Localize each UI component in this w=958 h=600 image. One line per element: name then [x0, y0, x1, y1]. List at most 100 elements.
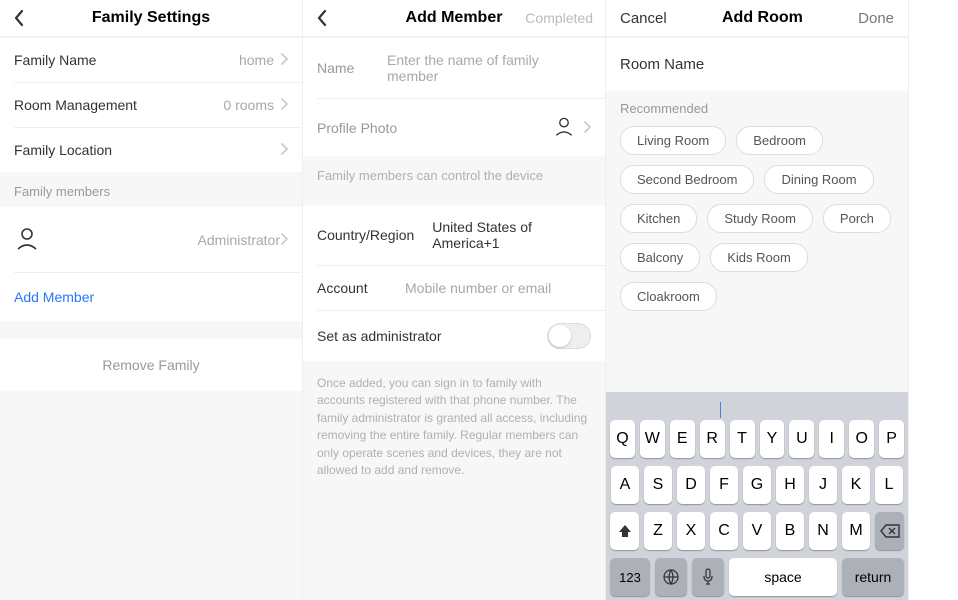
- keyboard-row-2: ASDFGHJKL: [610, 466, 904, 504]
- member-row[interactable]: Administrator: [0, 207, 302, 272]
- name-input[interactable]: Enter the name of family member: [387, 52, 591, 84]
- account-label: Account: [317, 280, 387, 296]
- keyboard: QWERTYUIOP ASDFGHJKL ZXCVBNM 123 space r…: [606, 392, 908, 600]
- family-name-row[interactable]: Family Name home: [0, 38, 302, 82]
- completed-button[interactable]: Completed: [525, 10, 593, 26]
- room-chip[interactable]: Kitchen: [620, 204, 697, 233]
- room-chip[interactable]: Second Bedroom: [620, 165, 754, 194]
- back-icon[interactable]: [315, 9, 329, 27]
- letter-key[interactable]: R: [700, 420, 725, 458]
- remove-family-button[interactable]: Remove Family: [0, 339, 302, 391]
- add-member-panel: Add Member Completed Name Enter the name…: [303, 0, 606, 600]
- letter-key[interactable]: Y: [760, 420, 785, 458]
- mic-key[interactable]: [692, 558, 724, 596]
- room-chip[interactable]: Dining Room: [764, 165, 873, 194]
- letter-key[interactable]: K: [842, 466, 870, 504]
- chevron-right-icon: [280, 142, 288, 158]
- panel2-title: Add Member: [406, 9, 503, 27]
- room-chip[interactable]: Study Room: [707, 204, 813, 233]
- letter-key[interactable]: Z: [644, 512, 672, 550]
- name-label: Name: [317, 60, 387, 76]
- room-mgmt-value: 0 rooms: [137, 97, 274, 113]
- backspace-key[interactable]: [875, 512, 904, 550]
- room-chip[interactable]: Porch: [823, 204, 891, 233]
- letter-key[interactable]: O: [849, 420, 874, 458]
- add-member-button[interactable]: Add Member: [0, 273, 302, 321]
- spacer: [606, 321, 908, 392]
- letter-key[interactable]: A: [611, 466, 639, 504]
- room-chips: Living Room Bedroom Second Bedroom Dining R…: [620, 126, 894, 311]
- spacer: [0, 391, 302, 600]
- letter-key[interactable]: S: [644, 466, 672, 504]
- chevron-right-icon: [280, 232, 288, 248]
- recommended-label: Recommended: [620, 101, 894, 116]
- name-row[interactable]: Name Enter the name of family member: [303, 38, 605, 98]
- profile-photo-row[interactable]: Profile Photo: [303, 99, 605, 156]
- cancel-button[interactable]: Cancel: [620, 10, 667, 27]
- room-chip[interactable]: Bedroom: [736, 126, 823, 155]
- text-cursor: [720, 402, 721, 418]
- family-location-label: Family Location: [14, 142, 112, 158]
- letter-key[interactable]: D: [677, 466, 705, 504]
- letter-key[interactable]: W: [640, 420, 665, 458]
- letter-key[interactable]: X: [677, 512, 705, 550]
- keyboard-row-3-letters: ZXCVBNM: [644, 512, 870, 550]
- panel3-title: Add Room: [667, 9, 858, 27]
- room-chip[interactable]: Cloakroom: [620, 282, 717, 311]
- letter-key[interactable]: B: [776, 512, 804, 550]
- room-management-row[interactable]: Room Management 0 rooms: [0, 83, 302, 127]
- recommended-section: Recommended Living Room Bedroom Second Bed…: [606, 91, 908, 321]
- set-admin-label: Set as administrator: [317, 328, 547, 344]
- keyboard-row-1: QWERTYUIOP: [610, 420, 904, 458]
- room-chip[interactable]: Living Room: [620, 126, 726, 155]
- shift-key[interactable]: [610, 512, 639, 550]
- family-settings-panel: Family Settings Family Name home Room Ma…: [0, 0, 303, 600]
- panel1-title: Family Settings: [92, 9, 210, 27]
- room-chip[interactable]: Kids Room: [710, 243, 808, 272]
- country-label: Country/Region: [317, 227, 414, 243]
- panel3-header: Cancel Add Room Done: [606, 0, 908, 36]
- letter-key[interactable]: T: [730, 420, 755, 458]
- numeric-key[interactable]: 123: [610, 558, 650, 596]
- letter-key[interactable]: E: [670, 420, 695, 458]
- member-role: Administrator: [48, 232, 280, 248]
- space-key[interactable]: space: [729, 558, 837, 596]
- control-hint: Family members can control the device: [303, 156, 605, 205]
- letter-key[interactable]: Q: [610, 420, 635, 458]
- letter-key[interactable]: F: [710, 466, 738, 504]
- letter-key[interactable]: V: [743, 512, 771, 550]
- letter-key[interactable]: U: [789, 420, 814, 458]
- letter-key[interactable]: G: [743, 466, 771, 504]
- chevron-right-icon: [583, 120, 591, 136]
- set-admin-toggle[interactable]: [547, 323, 591, 349]
- family-name-label: Family Name: [14, 52, 96, 68]
- keyboard-suggestion-bar: [610, 400, 904, 420]
- account-row[interactable]: Account Mobile number or email: [303, 266, 605, 310]
- letter-key[interactable]: M: [842, 512, 870, 550]
- set-admin-row: Set as administrator: [303, 311, 605, 361]
- country-value: United States of America+1: [432, 219, 591, 251]
- account-input[interactable]: Mobile number or email: [405, 280, 591, 296]
- back-icon[interactable]: [12, 9, 26, 27]
- person-icon: [553, 115, 575, 140]
- panel1-header: Family Settings: [0, 0, 302, 36]
- globe-key[interactable]: [655, 558, 687, 596]
- country-region-row[interactable]: Country/Region United States of America+…: [303, 205, 605, 265]
- chevron-right-icon: [280, 52, 288, 68]
- admin-description: Once added, you can sign in to family wi…: [303, 361, 605, 493]
- room-chip[interactable]: Balcony: [620, 243, 700, 272]
- person-icon: [14, 225, 40, 254]
- letter-key[interactable]: C: [710, 512, 738, 550]
- done-button[interactable]: Done: [858, 10, 894, 27]
- family-location-row[interactable]: Family Location: [0, 128, 302, 172]
- letter-key[interactable]: H: [776, 466, 804, 504]
- spacer: [303, 493, 605, 600]
- return-key[interactable]: return: [842, 558, 904, 596]
- letter-key[interactable]: I: [819, 420, 844, 458]
- room-name-label[interactable]: Room Name: [606, 38, 908, 91]
- letter-key[interactable]: N: [809, 512, 837, 550]
- spacer: [0, 321, 302, 339]
- letter-key[interactable]: P: [879, 420, 904, 458]
- letter-key[interactable]: L: [875, 466, 903, 504]
- letter-key[interactable]: J: [809, 466, 837, 504]
